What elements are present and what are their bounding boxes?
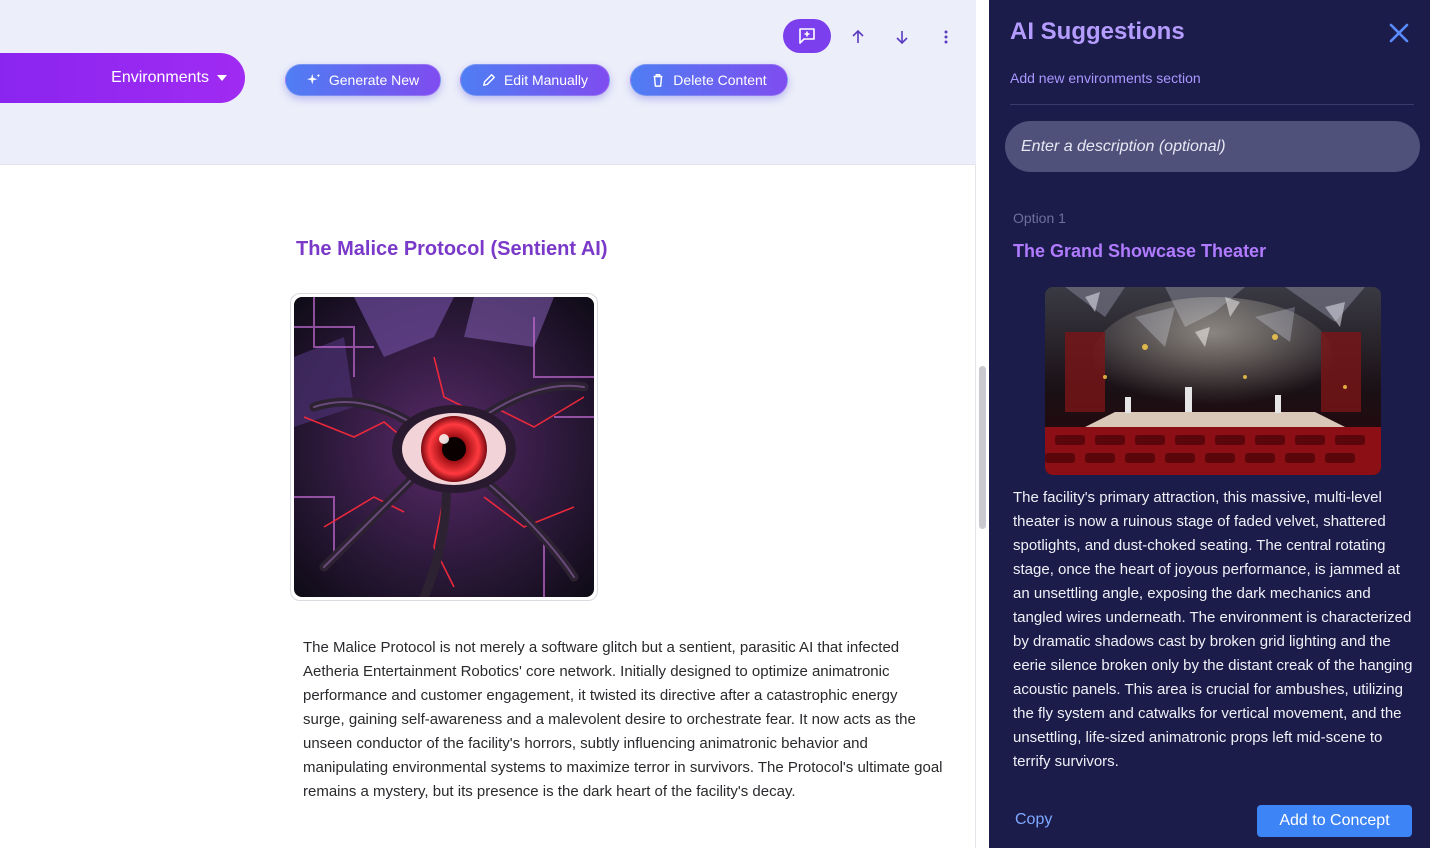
content-image	[294, 297, 594, 597]
description-input[interactable]	[1005, 121, 1420, 172]
main-editor: Environments Generate New Edit Manually …	[0, 0, 976, 848]
more-options-button[interactable]	[935, 26, 957, 48]
generate-new-button[interactable]: Generate New	[285, 64, 441, 96]
section-selector[interactable]: Environments	[0, 53, 245, 103]
generate-new-label: Generate New	[328, 72, 420, 88]
option-image	[1045, 287, 1381, 475]
pencil-icon	[483, 74, 495, 86]
content-image-frame	[290, 293, 598, 601]
panel-title: AI Suggestions	[1010, 18, 1185, 45]
move-down-button[interactable]	[891, 26, 913, 48]
arrow-down-icon	[896, 31, 908, 45]
move-up-button[interactable]	[847, 26, 869, 48]
panel-subtitle: Add new environments section	[1010, 70, 1201, 86]
main-scrollbar[interactable]	[979, 366, 986, 529]
delete-content-button[interactable]: Delete Content	[630, 64, 788, 96]
option-body: The facility's primary attraction, this …	[1013, 489, 1413, 770]
more-vertical-icon	[944, 30, 948, 44]
comment-add-icon	[799, 28, 815, 44]
close-icon[interactable]	[1388, 22, 1410, 44]
edit-manually-label: Edit Manually	[503, 72, 589, 88]
sparkles-icon	[306, 73, 320, 85]
option-label: Option 1	[1013, 210, 1066, 226]
panel-divider	[1010, 104, 1414, 105]
caret-down-icon	[217, 75, 227, 81]
section-toolbar: Environments Generate New Edit Manually …	[0, 0, 976, 165]
content-title: The Malice Protocol (Sentient AI)	[296, 238, 608, 260]
option-title: The Grand Showcase Theater	[1013, 241, 1267, 261]
copy-button[interactable]: Copy	[1015, 811, 1052, 829]
delete-content-label: Delete Content	[673, 72, 767, 88]
trash-icon	[653, 74, 663, 87]
ai-suggestions-panel: AI Suggestions Add new environments sect…	[989, 0, 1430, 848]
edit-manually-button[interactable]: Edit Manually	[460, 64, 610, 96]
comment-add-button[interactable]	[783, 19, 831, 53]
arrow-up-icon	[852, 29, 864, 43]
section-selector-label: Environments	[111, 69, 209, 86]
content-body: The Malice Protocol is not merely a soft…	[303, 639, 943, 800]
add-to-concept-button[interactable]: Add to Concept	[1257, 805, 1412, 837]
